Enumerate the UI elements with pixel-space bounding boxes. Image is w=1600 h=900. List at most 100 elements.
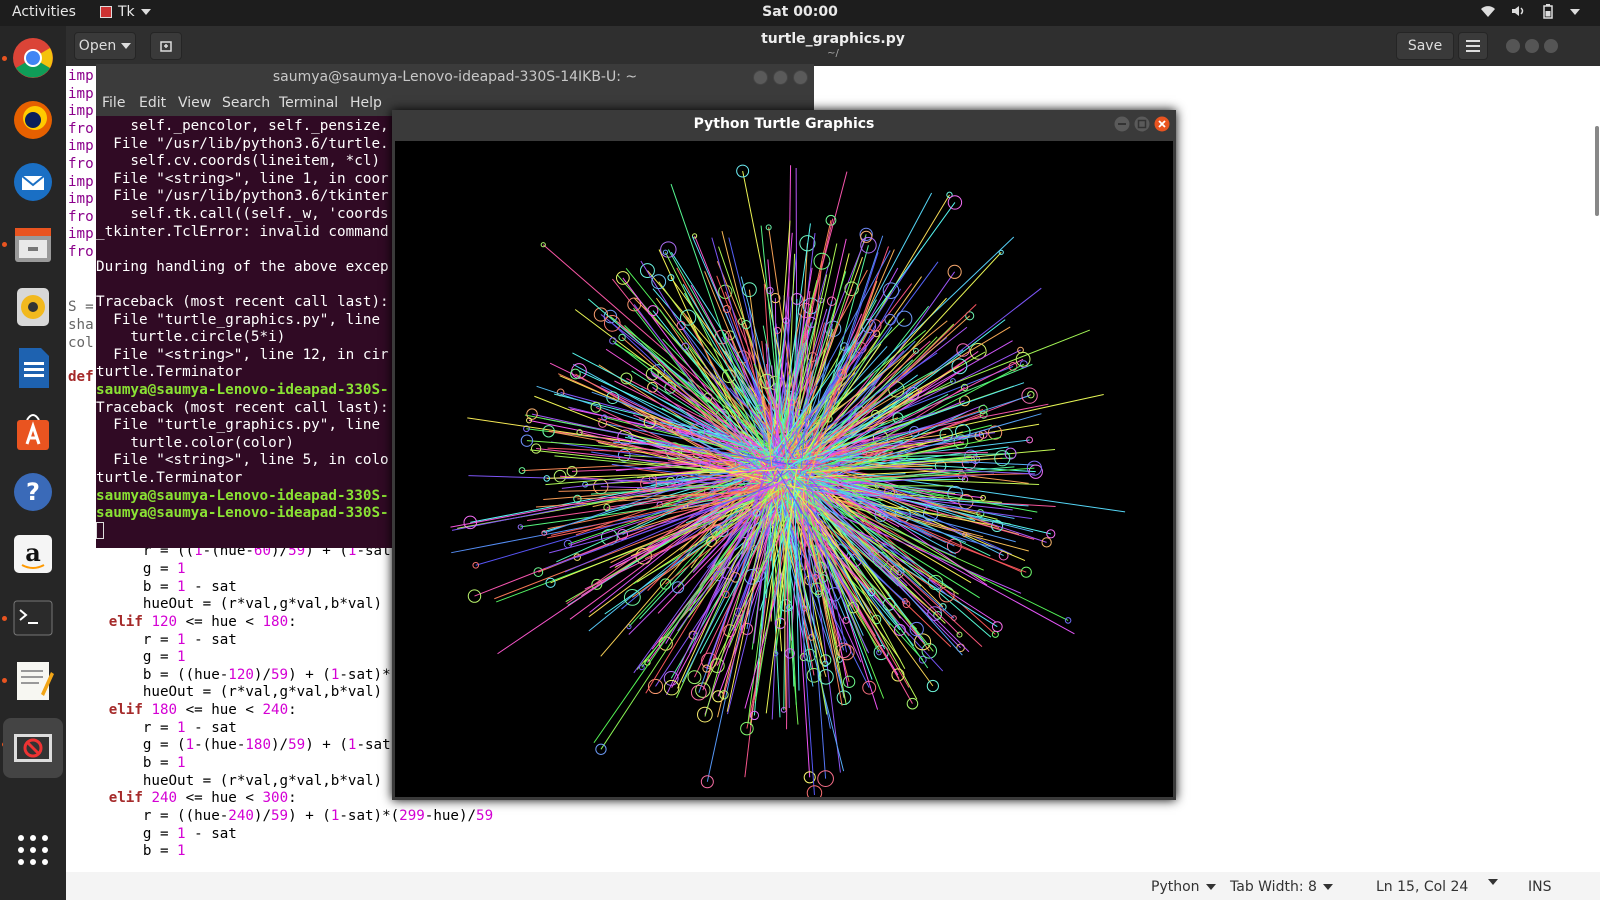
code-line: elif 240 <= hue < 300: [108, 790, 297, 806]
tk-app-icon [100, 6, 112, 18]
terminal-prompt-line: saumya@saumya-Lenovo-ideapad-330S- [96, 505, 389, 522]
terminal-line: self._pencolor, self._pensize, [96, 118, 389, 134]
terminal-line: self.cv.coords(lineitem, *cl) [96, 153, 381, 170]
turtle-title-bar[interactable]: Python Turtle Graphics [392, 110, 1176, 138]
maximize-button[interactable] [1525, 39, 1539, 53]
terminal-line: File "turtle_graphics.py", line [96, 311, 389, 328]
code-fragment: fro [68, 208, 94, 225]
terminal-line: _tkinter.TclError: invalid command [96, 223, 389, 240]
code-fragment: def [68, 369, 94, 385]
position-menu-chevron[interactable] [1488, 879, 1498, 885]
running-indicator [2, 242, 7, 247]
minimize-button[interactable] [1114, 116, 1130, 132]
terminal-line: File "/usr/lib/python3.6/tkinter [96, 188, 389, 205]
close-button[interactable] [793, 70, 808, 85]
language-selector[interactable]: Python [1151, 879, 1216, 895]
close-button[interactable] [1544, 39, 1558, 53]
menu-button[interactable] [1458, 32, 1488, 60]
menu-terminal[interactable]: Terminal [279, 95, 338, 111]
files-icon[interactable] [9, 220, 57, 268]
terminal-prompt-line: saumya@saumya-Lenovo-ideapad-330S- [96, 487, 389, 504]
turtle-canvas[interactable] [395, 141, 1173, 797]
menu-search[interactable]: Search [222, 95, 270, 111]
chevron-down-icon [140, 9, 151, 15]
maximize-button[interactable] [1134, 116, 1150, 132]
new-document-button[interactable] [150, 32, 182, 60]
dock: ? a [0, 26, 66, 900]
open-button-label: Open [78, 38, 117, 54]
app-menu-label: Tk [118, 4, 135, 20]
rhythmbox-icon[interactable] [9, 282, 57, 330]
code-line: b = 1 [66, 755, 186, 771]
menu-help[interactable]: Help [350, 95, 382, 111]
insert-mode-indicator[interactable]: INS [1528, 879, 1552, 895]
menu-edit[interactable]: Edit [139, 95, 166, 111]
terminal-line: File "/usr/lib/python3.6/turtle. [96, 135, 389, 152]
code-fragment: S = [68, 299, 94, 315]
system-menu-chevron-icon [1570, 9, 1580, 15]
turtle-graphics-window: Python Turtle Graphics [392, 110, 1176, 800]
open-button[interactable]: Open [74, 32, 136, 60]
terminal-title-bar[interactable]: saumya@saumya-Lenovo-ideapad-330S-14IKB-… [96, 64, 814, 92]
close-button[interactable] [1154, 116, 1170, 132]
starburst-drawing [450, 164, 1126, 797]
tab-width-label: Tab Width: 8 [1230, 879, 1317, 895]
running-indicator [2, 678, 7, 683]
code-line: b = 1 [66, 843, 186, 859]
code-fragment: fro [68, 120, 94, 137]
terminal-line: turtle.color(color) [96, 434, 294, 451]
svg-text:a: a [25, 538, 41, 567]
code-fragment: imp [68, 68, 94, 84]
gedit-header-bar: Open turtle_graphics.py ~/ Save [66, 26, 1600, 66]
activities-button[interactable]: Activities [12, 4, 76, 20]
chrome-icon[interactable] [9, 34, 57, 82]
code-fragment: imp [68, 191, 94, 208]
hamburger-icon [1466, 40, 1480, 52]
clock: Sat 00:00 [0, 4, 1600, 20]
cursor-position[interactable]: Ln 15, Col 24 [1376, 879, 1468, 895]
code-line: elif 120 <= hue < 180: [108, 614, 297, 630]
language-label: Python [1151, 879, 1200, 895]
menu-view[interactable]: View [178, 95, 211, 111]
thunderbird-icon[interactable] [9, 158, 57, 206]
tab-width-selector[interactable]: Tab Width: 8 [1230, 879, 1333, 895]
code-line: hueOut = (r*val,g*val,b*val) [66, 773, 383, 789]
maximize-button[interactable] [773, 70, 788, 85]
code-line: g = 1 [66, 649, 186, 665]
software-center-icon[interactable] [9, 406, 57, 454]
insert-mode-label: INS [1528, 879, 1552, 895]
firefox-icon[interactable] [9, 96, 57, 144]
code-fragment: imp [68, 226, 94, 243]
terminal-icon[interactable] [9, 594, 57, 642]
terminal-line: self.tk.call((self._w, 'coords [96, 206, 389, 222]
code-line: g = (1-(hue-180)/59) + (1-sat [66, 737, 391, 753]
code-line: elif 180 <= hue < 240: [108, 702, 297, 718]
battery-icon [1543, 4, 1553, 19]
terminal-cursor [96, 522, 104, 539]
minimize-button[interactable] [1506, 39, 1520, 53]
amazon-icon[interactable]: a [9, 530, 57, 578]
help-icon[interactable]: ? [9, 468, 57, 516]
writer-icon[interactable] [9, 344, 57, 392]
code-fragment: fro [68, 156, 94, 172]
app-grid-icon[interactable] [9, 826, 57, 874]
terminal-line: File "turtle_graphics.py", line [96, 417, 389, 434]
minimize-button[interactable] [753, 70, 768, 85]
code-line: b = ((hue-120)/59) + (1-sat)* [66, 667, 391, 683]
code-line: r = 1 - sat [66, 632, 237, 648]
terminal-title: saumya@saumya-Lenovo-ideapad-330S-14IKB-… [272, 69, 638, 85]
top-bar: Activities Tk Sat 00:00 [0, 0, 1600, 26]
text-editor-icon[interactable] [9, 656, 57, 704]
menu-file[interactable]: File [102, 95, 125, 111]
terminal-line: File "<string>", line 5, in colo [96, 452, 389, 469]
turtle-window-title: Python Turtle Graphics [693, 116, 875, 132]
app-menu[interactable]: Tk [100, 4, 151, 20]
terminal-line: Traceback (most recent call last): [96, 294, 389, 310]
terminal-line: turtle.Terminator [96, 470, 243, 486]
scrollbar-thumb[interactable] [1595, 126, 1599, 216]
system-tray[interactable] [1480, 3, 1580, 19]
save-button[interactable]: Save [1396, 32, 1454, 60]
clock-label[interactable]: Sat 00:00 [762, 4, 838, 20]
tk-icon[interactable] [3, 718, 63, 778]
code-line: g = 1 - sat [66, 826, 237, 842]
